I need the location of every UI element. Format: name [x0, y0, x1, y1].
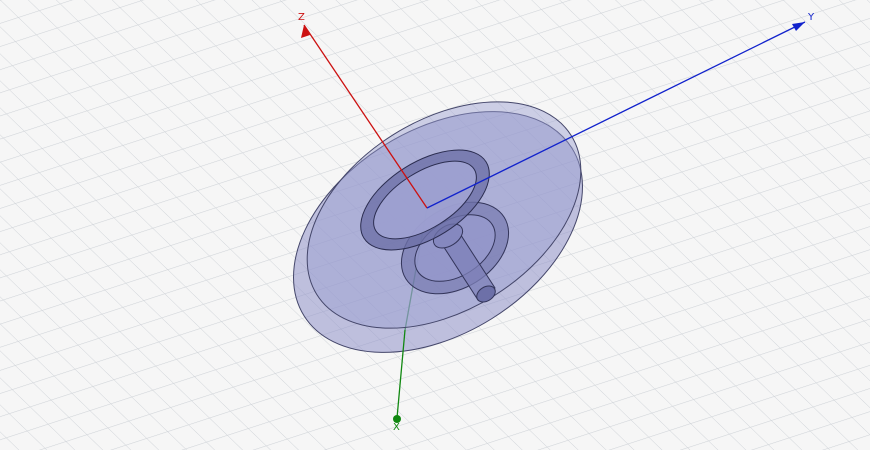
3d-modeler-viewport[interactable]: Z Y X — [0, 0, 870, 450]
3d-scene[interactable]: Z Y X — [0, 0, 870, 450]
x-axis-label: X — [393, 422, 400, 433]
z-axis-label: Z — [298, 12, 305, 23]
y-axis-label: Y — [807, 12, 815, 23]
